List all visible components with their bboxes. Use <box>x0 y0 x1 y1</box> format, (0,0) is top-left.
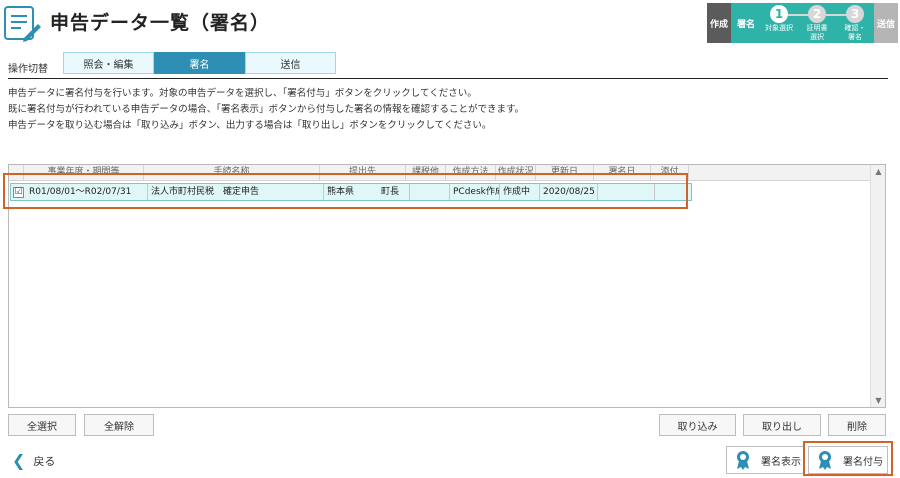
cell-updated: 2020/08/25 <box>540 184 598 200</box>
scroll-down-icon[interactable]: ▼ <box>874 396 883 405</box>
show-signature-button[interactable]: 署名表示 <box>726 446 804 474</box>
instruction-line: 申告データに署名付与を行います。対象の申告データを選択し、「署名付与」ボタンをク… <box>8 88 477 99</box>
operation-tabs: 照会・編集 署名 送信 <box>63 52 336 74</box>
substep-3: 3 確認・ 署名 <box>836 5 874 41</box>
substep-2: 2 証明書 選択 <box>798 5 836 41</box>
cell-signed <box>598 184 655 200</box>
deselect-all-button[interactable]: 全解除 <box>84 414 154 436</box>
cell-procedure: 法人市町村民税 確定申告 <box>148 184 324 200</box>
tab-row-label: 操作切替 <box>8 64 48 75</box>
table-header: 事業年度・期間等 手続名称 提出先 課税他 作成方法 作成状況 更新日 署名日 … <box>9 165 871 181</box>
add-signature-label: 署名付与 <box>843 456 883 468</box>
instructions: 申告データに署名付与を行います。対象の申告データを選択し、「署名付与」ボタンをク… <box>8 86 524 134</box>
tab-send[interactable]: 送信 <box>245 52 336 74</box>
step-label: 対象選択 <box>765 24 793 32</box>
signature-badge-icon <box>819 451 831 470</box>
back-button[interactable]: ❮ 戻る <box>12 453 55 469</box>
substep-1: 1 対象選択 <box>760 5 798 32</box>
column-header[interactable]: 更新日 <box>536 165 594 181</box>
scroll-up-icon[interactable]: ▲ <box>874 167 883 176</box>
page-title: 申告データ一覧（署名） <box>50 12 271 34</box>
column-header[interactable]: 作成方法 <box>446 165 496 181</box>
step-label: 署名 <box>848 33 862 41</box>
row-checkbox[interactable]: ☑ <box>13 186 24 198</box>
cell-tax-other <box>410 184 450 200</box>
sign-substeps: 1 対象選択 2 証明書 選択 3 確認・ 署名 <box>761 3 874 43</box>
column-header[interactable]: 事業年度・期間等 <box>24 165 144 181</box>
back-label: 戻る <box>33 455 56 468</box>
document-edit-icon <box>4 6 41 42</box>
instruction-line: 既に署名付与が行われている申告データの場合、「署名表示」ボタンから付与した署名の… <box>8 104 525 115</box>
header: 申告データ一覧（署名） 作成 署名 1 対象選択 2 証明書 選択 3 確認・ … <box>0 0 900 46</box>
cell-status: 作成中 <box>500 184 540 200</box>
step-sign: 署名 <box>731 3 761 43</box>
signature-badge-icon <box>737 451 749 470</box>
cell-attachment <box>655 184 685 200</box>
cell-method: PCdesk作成 <box>450 184 500 200</box>
instruction-line: 申告データを取り込む場合は「取り込み」ボタン、出力する場合は「取り出し」ボタンを… <box>8 120 492 131</box>
tab-view-edit[interactable]: 照会・編集 <box>63 52 154 74</box>
column-header[interactable]: 署名日 <box>594 165 651 181</box>
vertical-scrollbar[interactable]: ▲ ▼ <box>870 165 885 407</box>
step-number: 3 <box>846 5 864 23</box>
select-all-button[interactable]: 全選択 <box>8 414 76 436</box>
cell-destination: 熊本県 町長 <box>324 184 410 200</box>
show-signature-label: 署名表示 <box>761 456 801 468</box>
column-header[interactable]: 提出先 <box>320 165 406 181</box>
step-create: 作成 <box>707 3 731 43</box>
import-button[interactable]: 取り込み <box>659 414 736 436</box>
divider <box>8 78 888 79</box>
table-row[interactable]: ☑ R01/08/01～R02/07/31 法人市町村民税 確定申告 熊本県 町… <box>10 183 692 201</box>
column-header[interactable]: 作成状況 <box>496 165 536 181</box>
step-label: 証明書 <box>806 24 828 32</box>
step-number: 1 <box>770 5 788 23</box>
chevron-left-icon: ❮ <box>12 451 26 470</box>
delete-button[interactable]: 削除 <box>828 414 886 436</box>
step-label: 確認・ <box>844 24 866 32</box>
step-send: 送信 <box>874 3 898 43</box>
column-header-select <box>9 165 24 181</box>
tab-sign[interactable]: 署名 <box>154 52 245 74</box>
add-signature-button[interactable]: 署名付与 <box>808 446 888 474</box>
column-header[interactable]: 手続名称 <box>144 165 320 181</box>
step-number: 2 <box>808 5 826 23</box>
step-indicator: 作成 署名 1 対象選択 2 証明書 選択 3 確認・ 署名 送信 <box>707 3 898 43</box>
filing-table: 事業年度・期間等 手続名称 提出先 課税他 作成方法 作成状況 更新日 署名日 … <box>8 164 886 408</box>
column-header[interactable]: 添付 <box>651 165 689 181</box>
column-header[interactable]: 課税他 <box>406 165 446 181</box>
export-button[interactable]: 取り出し <box>743 414 821 436</box>
step-label: 選択 <box>810 33 824 41</box>
cell-period: R01/08/01～R02/07/31 <box>26 184 148 200</box>
